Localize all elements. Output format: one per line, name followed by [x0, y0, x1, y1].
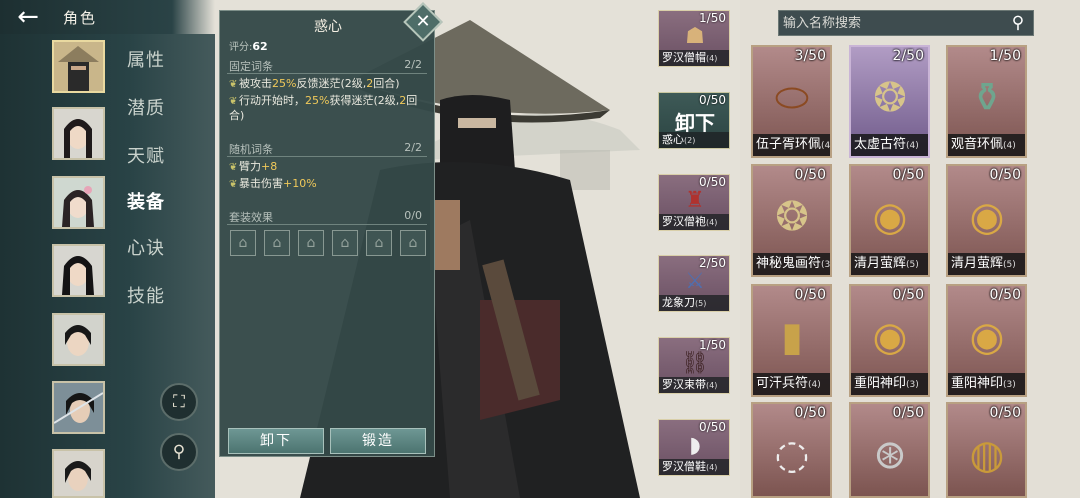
leaf-icon: ❦ — [229, 79, 238, 90]
random-affix-count: 2/2 — [404, 141, 422, 154]
wardrobe-icon: ⛶ — [173, 392, 185, 412]
divider — [227, 224, 427, 225]
robe-icon: ♜ — [685, 188, 705, 213]
nav-skills[interactable]: 技能 — [127, 282, 165, 308]
leaf-icon: ❦ — [229, 96, 238, 107]
divider — [227, 73, 427, 74]
ring-icon: ◉ — [872, 314, 908, 360]
ring-icon: ◉ — [969, 314, 1005, 360]
character-portrait-icon — [54, 178, 103, 227]
fixed-affix-1: ❦ 被攻击25%反馈迷茫(2级,2回合) — [229, 77, 400, 90]
broom-icon: ⚲ — [172, 442, 186, 462]
equip-slot-belt[interactable]: 1/50 ⛓ 罗汉束带(4) — [658, 337, 730, 394]
equip-slot-hat[interactable]: 1/50 ☗ 罗汉僧帽(4) — [658, 10, 730, 67]
inventory-item[interactable]: 3/50 ⬭ 伍子胥环佩(4) — [751, 45, 832, 158]
inventory-item[interactable]: 0/50 ◍ — [946, 402, 1027, 498]
portrait-6[interactable] — [52, 381, 105, 434]
set-slot-hat-icon: ⌂ — [230, 230, 256, 256]
set-slot-shoe-icon: ⌂ — [366, 230, 392, 256]
character-portrait-icon — [54, 109, 103, 158]
left-sidebar — [0, 34, 215, 498]
inventory-item[interactable]: 1/50 ⚱ 观音环佩(4) — [946, 45, 1027, 158]
inventory-item[interactable]: 0/50 ◉ 重阳神印(3) — [946, 284, 1027, 397]
inventory-item[interactable]: 2/50 ❂ 太虚古符(4) — [849, 45, 930, 158]
portrait-5[interactable] — [52, 313, 105, 366]
item-title: 惑心 — [314, 19, 342, 35]
fixed-affix-count: 2/2 — [404, 58, 422, 71]
nav-talent[interactable]: 天赋 — [127, 142, 165, 168]
item-detail-panel: 惑心 评分:62 固定词条 2/2 ❦ 被攻击25%反馈迷茫(2级,2回合) ❦ 行… — [219, 10, 435, 457]
blade-icon: ⚔ — [685, 269, 705, 294]
set-effect-label: 套装效果 — [229, 211, 273, 224]
character-portrait-icon — [58, 46, 99, 91]
inventory-item[interactable]: 0/50 ◉ 清月萤辉(5) — [946, 164, 1027, 277]
ring-icon: ◉ — [969, 194, 1005, 240]
random-affix-2: ❦ 暴击伤害+10% — [229, 177, 317, 190]
set-effect-count: 0/0 — [404, 209, 422, 222]
set-slot-blade-icon: ⌂ — [332, 230, 358, 256]
set-slot-belt-icon: ⌂ — [298, 230, 324, 256]
page-title: 角色 — [63, 9, 98, 27]
equip-slot-robe[interactable]: 0/50 ♜ 罗汉僧袍(4) — [658, 174, 730, 231]
random-affix-1: ❦ 臂力+8 — [229, 160, 278, 173]
equip-slot-weapon[interactable]: 2/50 ⚔ 龙象刀(5) — [658, 255, 730, 312]
forge-button[interactable]: 锻造 — [330, 428, 426, 454]
item-score: 评分:62 — [229, 40, 268, 53]
inventory-item[interactable]: 0/50 ◌ — [751, 402, 832, 498]
pendant-icon: ⬭ — [774, 75, 810, 121]
pendant-icon: ⚱ — [970, 75, 1004, 121]
wardrobe-button[interactable]: ⛶ — [160, 383, 198, 421]
nav-potential[interactable]: 潜质 — [127, 94, 165, 120]
set-slot-ornament-icon: ⌂ — [400, 230, 426, 256]
portrait-7[interactable] — [52, 449, 105, 498]
inventory-item[interactable]: 0/50 ❂ 神秘鬼画符(3) — [751, 164, 832, 277]
portrait-2[interactable] — [52, 107, 105, 160]
equip-slot-ornament[interactable]: 0/50 卸下 惑心(2) — [658, 92, 730, 149]
inventory-item[interactable]: 0/50 ▮ 可汗兵符(4) — [751, 284, 832, 397]
fixed-affix-label: 固定词条 — [229, 60, 273, 73]
fixed-affix-2: ❦ 行动开始时，25%获得迷茫(2级,2回合) — [229, 94, 418, 122]
bangle-icon: ◍ — [969, 432, 1005, 478]
belt-icon: ⛓ — [681, 351, 709, 376]
amulet-icon: ❂ — [775, 194, 809, 240]
close-icon: ✕ — [415, 11, 431, 32]
character-portrait-icon — [54, 451, 103, 496]
back-arrow-icon[interactable]: ← — [6, 3, 50, 31]
nav-attributes[interactable]: 属性 — [127, 46, 165, 72]
equip-slot-shoes[interactable]: 0/50 ◗ 罗汉僧鞋(4) — [658, 419, 730, 476]
inventory-item[interactable]: 0/50 ◉ 清月萤辉(5) — [849, 164, 930, 277]
top-bar: ← 角色 — [0, 0, 215, 34]
search-bar: ⚲ — [778, 10, 1034, 36]
divider — [227, 156, 427, 157]
leaf-icon: ❦ — [229, 179, 238, 190]
inventory-item[interactable]: 0/50 ⊛ — [849, 402, 930, 498]
beads-icon: ◌ — [774, 432, 810, 478]
unequip-button[interactable]: 卸下 — [228, 428, 324, 454]
nav-equipment[interactable]: 装备 — [127, 188, 165, 214]
character-portrait-icon — [54, 315, 103, 364]
search-icon[interactable]: ⚲ — [1007, 12, 1029, 34]
character-portrait-icon — [54, 246, 103, 295]
portrait-1[interactable] — [52, 40, 105, 93]
character-portrait-icon — [54, 383, 103, 432]
leaf-icon: ❦ — [229, 162, 238, 173]
set-slot-robe-icon: ⌂ — [264, 230, 290, 256]
nav-heart-skill[interactable]: 心诀 — [127, 234, 165, 260]
portrait-4[interactable] — [52, 244, 105, 297]
coin-icon: ⊛ — [873, 432, 907, 478]
search-input[interactable] — [783, 13, 1003, 33]
ring-icon: ◉ — [872, 194, 908, 240]
random-affix-label: 随机词条 — [229, 143, 273, 156]
inventory-item[interactable]: 0/50 ◉ 重阳神印(3) — [849, 284, 930, 397]
broom-button[interactable]: ⚲ — [160, 433, 198, 471]
amulet-icon: ❂ — [873, 75, 907, 121]
shoe-icon: ◗ — [689, 433, 701, 458]
portrait-3[interactable] — [52, 176, 105, 229]
hat-icon: ☗ — [685, 24, 705, 49]
token-icon: ▮ — [780, 314, 803, 360]
